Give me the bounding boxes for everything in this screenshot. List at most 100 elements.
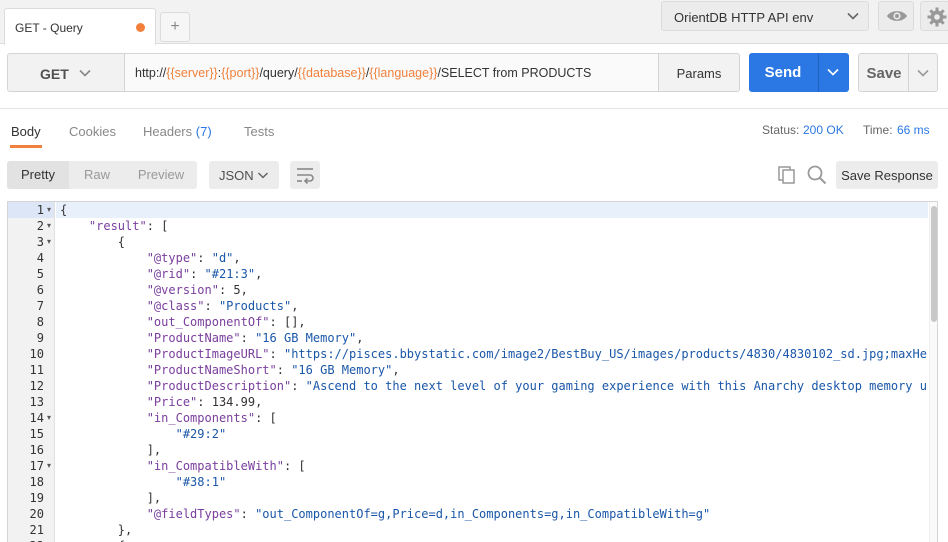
- json-key: "@rid": [146, 267, 191, 281]
- code-line: {: [60, 234, 125, 250]
- json-string: "https://pisces.bbystatic.com/image2/Bes…: [283, 347, 928, 361]
- json-key: "@class": [146, 299, 205, 313]
- code-line: "out_ComponentOf": [],: [60, 314, 306, 330]
- copy-icon[interactable]: [777, 165, 797, 188]
- json-punctuation: : [: [255, 411, 277, 425]
- json-number: 134.99: [211, 395, 256, 409]
- pretty-button[interactable]: Pretty: [7, 161, 69, 189]
- chevron-down-icon: [846, 9, 860, 26]
- url-variable: {{server}}: [166, 66, 218, 80]
- json-string: "#29:2": [175, 427, 227, 441]
- save-divider: [908, 54, 909, 91]
- json-punctuation: :: [190, 267, 205, 281]
- line-number: 7: [36, 299, 44, 313]
- fold-toggle-icon[interactable]: ▾: [47, 538, 55, 542]
- status-value: 200 OK: [803, 123, 844, 137]
- json-punctuation: :: [240, 507, 256, 521]
- json-punctuation: ,: [240, 283, 248, 297]
- line-number: 3: [36, 235, 44, 249]
- time-value: 66 ms: [897, 123, 930, 137]
- json-number: 5: [233, 283, 241, 297]
- chevron-down-icon: [78, 66, 92, 83]
- json-key: "ProductImageURL": [146, 347, 270, 361]
- save-label: Save: [866, 65, 902, 82]
- preview-button[interactable]: Preview: [125, 161, 197, 189]
- url-text: http://{{server}}:{{port}}/query/{{datab…: [135, 66, 591, 80]
- line-number: 18: [29, 475, 44, 489]
- code-line: "#29:2": [60, 426, 227, 442]
- code-line: ],: [60, 442, 161, 458]
- code-line: "in_CompatibleWith": [: [60, 458, 306, 474]
- send-options-chevron-icon[interactable]: [826, 65, 840, 82]
- save-response-button[interactable]: Save Response: [836, 161, 938, 189]
- json-punctuation: : [: [146, 219, 169, 233]
- line-number: 16: [29, 443, 44, 457]
- code-line: "@fieldTypes": "out_ComponentOf=g,Price=…: [60, 506, 711, 522]
- json-punctuation: :: [269, 347, 284, 361]
- tab-headers-label: Headers: [143, 124, 193, 139]
- code-line: "ProductNameShort": "16 GB Memory",: [60, 362, 400, 378]
- code-area[interactable]: { "result": [ { "@type": "d", "@rid": "#…: [56, 202, 928, 542]
- active-tab-indicator: [10, 145, 42, 148]
- json-key: "result": [88, 219, 147, 233]
- time-label: Time:: [863, 123, 893, 137]
- tab-cookies[interactable]: Cookies: [69, 124, 116, 139]
- raw-button[interactable]: Raw: [69, 161, 125, 189]
- tab-get-query[interactable]: GET - Query: [4, 8, 156, 45]
- manage-environments-button[interactable]: [920, 1, 948, 31]
- tab-headers[interactable]: Headers (7): [143, 124, 212, 139]
- url-input[interactable]: http://{{server}}:{{port}}/query/{{datab…: [124, 53, 659, 92]
- language-select[interactable]: JSON: [209, 161, 279, 189]
- vertical-scrollbar[interactable]: [929, 202, 937, 542]
- json-punctuation: :: [218, 283, 234, 297]
- code-line: "ProductName": "16 GB Memory",: [60, 330, 364, 346]
- line-number: 12: [29, 379, 44, 393]
- search-icon[interactable]: [806, 164, 828, 189]
- json-string: "#21:3": [204, 267, 256, 281]
- line-number: 2: [36, 219, 44, 233]
- json-punctuation: ,: [392, 363, 400, 377]
- new-tab-button[interactable]: +: [160, 12, 190, 42]
- json-punctuation: {: [117, 235, 126, 249]
- tab-label: GET - Query: [15, 21, 83, 35]
- fold-toggle-icon[interactable]: ▾: [47, 410, 55, 426]
- save-button[interactable]: Save: [858, 53, 938, 92]
- url-segment: http://: [135, 66, 167, 80]
- response-body-editor[interactable]: 1▾2▾3▾4567891011121314▾151617▾1819202122…: [7, 201, 938, 542]
- fold-toggle-icon[interactable]: ▾: [47, 458, 55, 474]
- code-line: "@class": "Products",: [60, 298, 299, 314]
- method-select[interactable]: GET: [7, 53, 125, 92]
- status-label: Status:: [762, 123, 800, 137]
- environment-quick-look-button[interactable]: [878, 1, 914, 31]
- unsaved-dot-icon: [136, 23, 145, 32]
- wrap-lines-button[interactable]: [290, 161, 320, 189]
- json-punctuation: ,: [255, 267, 263, 281]
- active-line-highlight: [56, 202, 928, 218]
- params-label: Params: [676, 66, 722, 81]
- json-punctuation: :: [197, 395, 212, 409]
- line-number: 9: [36, 331, 44, 345]
- url-variable: {{database}}: [297, 66, 366, 80]
- send-button[interactable]: Send: [749, 53, 849, 92]
- json-punctuation: :: [204, 299, 219, 313]
- json-key: "in_CompatibleWith": [146, 459, 284, 473]
- send-divider: [818, 53, 819, 92]
- fold-toggle-icon[interactable]: ▾: [47, 234, 55, 250]
- json-punctuation: ,: [255, 395, 263, 409]
- url-variable: {{port}}: [221, 66, 260, 80]
- fold-toggle-icon[interactable]: ▾: [47, 218, 55, 234]
- tab-body[interactable]: Body: [11, 124, 41, 139]
- tab-tests[interactable]: Tests: [244, 124, 274, 139]
- json-punctuation: ],: [146, 443, 162, 457]
- code-line: "Price": 134.99,: [60, 394, 263, 410]
- json-string: "16 GB Memory": [255, 331, 357, 345]
- json-punctuation: :: [291, 379, 306, 393]
- json-key: "ProductName": [146, 331, 241, 345]
- environment-select[interactable]: OrientDB HTTP API env: [661, 1, 869, 31]
- save-options-chevron-icon[interactable]: [916, 66, 930, 83]
- fold-toggle-icon[interactable]: ▾: [47, 202, 55, 218]
- line-number: 20: [29, 507, 44, 521]
- scrollbar-thumb[interactable]: [931, 206, 937, 322]
- json-punctuation: :: [240, 331, 256, 345]
- params-button[interactable]: Params: [658, 53, 740, 92]
